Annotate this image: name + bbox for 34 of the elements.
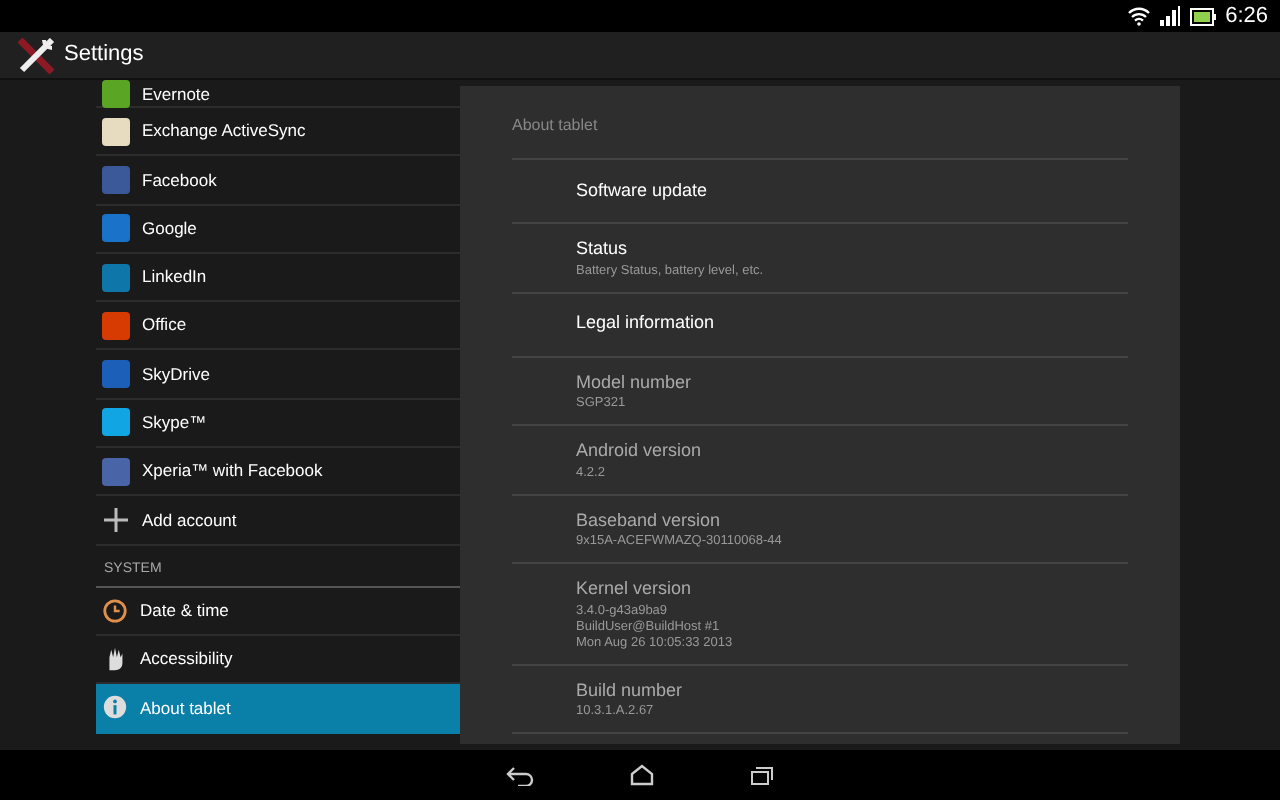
clock-icon: [102, 597, 128, 624]
row-title: Kernel version: [576, 576, 694, 602]
row-title: Build number: [576, 677, 685, 703]
app-title: Settings: [64, 40, 144, 71]
sidebar-item[interactable]: About tablet: [96, 684, 460, 734]
row-title: Software update: [576, 177, 710, 204]
clock-time: 6:26: [1225, 5, 1268, 27]
signal-icon: [1159, 6, 1180, 26]
row-title: Model number: [576, 369, 694, 395]
sidebar-item[interactable]: Skype™: [96, 399, 460, 449]
sidebar-item[interactable]: Xperia™ with Facebook: [96, 448, 460, 497]
recent-apps-icon[interactable]: [750, 765, 774, 785]
settings-row[interactable]: Software update: [512, 160, 1128, 224]
sidebar-item[interactable]: Office: [96, 302, 460, 351]
sidebar-item[interactable]: Date & time: [96, 587, 460, 636]
sidebar-item[interactable]: LinkedIn: [96, 253, 460, 303]
wifi-icon: [1127, 6, 1150, 26]
sidebar-item[interactable]: Evernote: [96, 82, 460, 108]
back-icon[interactable]: [506, 765, 534, 785]
sidebar-item[interactable]: Facebook: [96, 156, 460, 206]
sidebar-item[interactable]: Exchange ActiveSync: [96, 108, 460, 157]
row-title: Baseband version: [576, 507, 723, 533]
battery-icon: [1189, 7, 1216, 25]
home-icon[interactable]: [630, 764, 654, 786]
sidebar-item[interactable]: Google: [96, 205, 460, 254]
row-title: Status: [576, 236, 630, 262]
tools-icon[interactable]: [16, 37, 56, 73]
info-icon: [102, 694, 128, 721]
panel-title: About tablet: [512, 114, 1128, 160]
sidebar-item[interactable]: SkyDrive: [96, 350, 460, 400]
row-title: Legal information: [576, 310, 717, 337]
row-title: Android version: [576, 438, 704, 464]
plus-icon: [104, 508, 128, 533]
settings-row[interactable]: Legal information: [512, 293, 1128, 357]
